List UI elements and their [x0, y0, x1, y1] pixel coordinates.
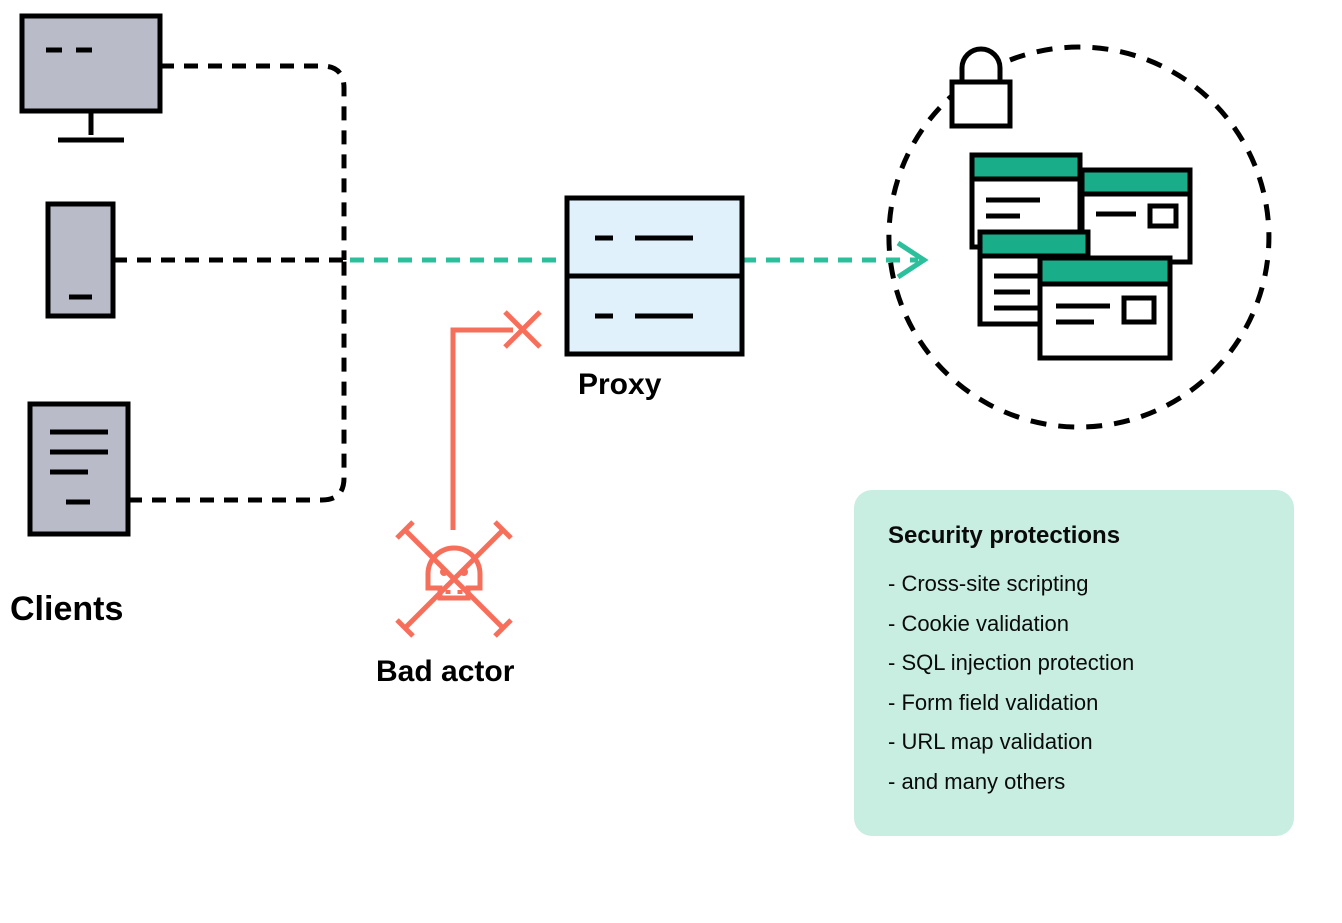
security-panel-items: - Cross-site scripting - Cookie validati… — [888, 564, 1260, 802]
lock-icon — [952, 49, 1010, 126]
security-panel-item: - URL map validation — [888, 722, 1260, 762]
secure-boundary-circle — [889, 47, 1269, 427]
security-panel-title: Security protections — [888, 522, 1260, 550]
security-panel-item: - Cross-site scripting — [888, 564, 1260, 604]
proxy-server-icon — [567, 198, 742, 354]
security-protections-panel: Security protections - Cross-site script… — [854, 490, 1294, 836]
desktop-client-icon — [22, 16, 160, 140]
blocked-x-icon — [505, 312, 540, 347]
bad-actor-label: Bad actor — [376, 655, 514, 689]
security-panel-item: - Form field validation — [888, 683, 1260, 723]
document-client-icon — [30, 404, 128, 534]
security-panel-item: - SQL injection protection — [888, 643, 1260, 683]
proxy-label: Proxy — [578, 368, 661, 402]
clients-label: Clients — [10, 590, 123, 629]
phone-client-icon — [48, 204, 113, 316]
security-panel-item: - and many others — [888, 762, 1260, 802]
bad-actor-skull-icon — [397, 522, 511, 636]
apps-cluster-icon — [972, 155, 1190, 358]
security-panel-item: - Cookie validation — [888, 604, 1260, 644]
